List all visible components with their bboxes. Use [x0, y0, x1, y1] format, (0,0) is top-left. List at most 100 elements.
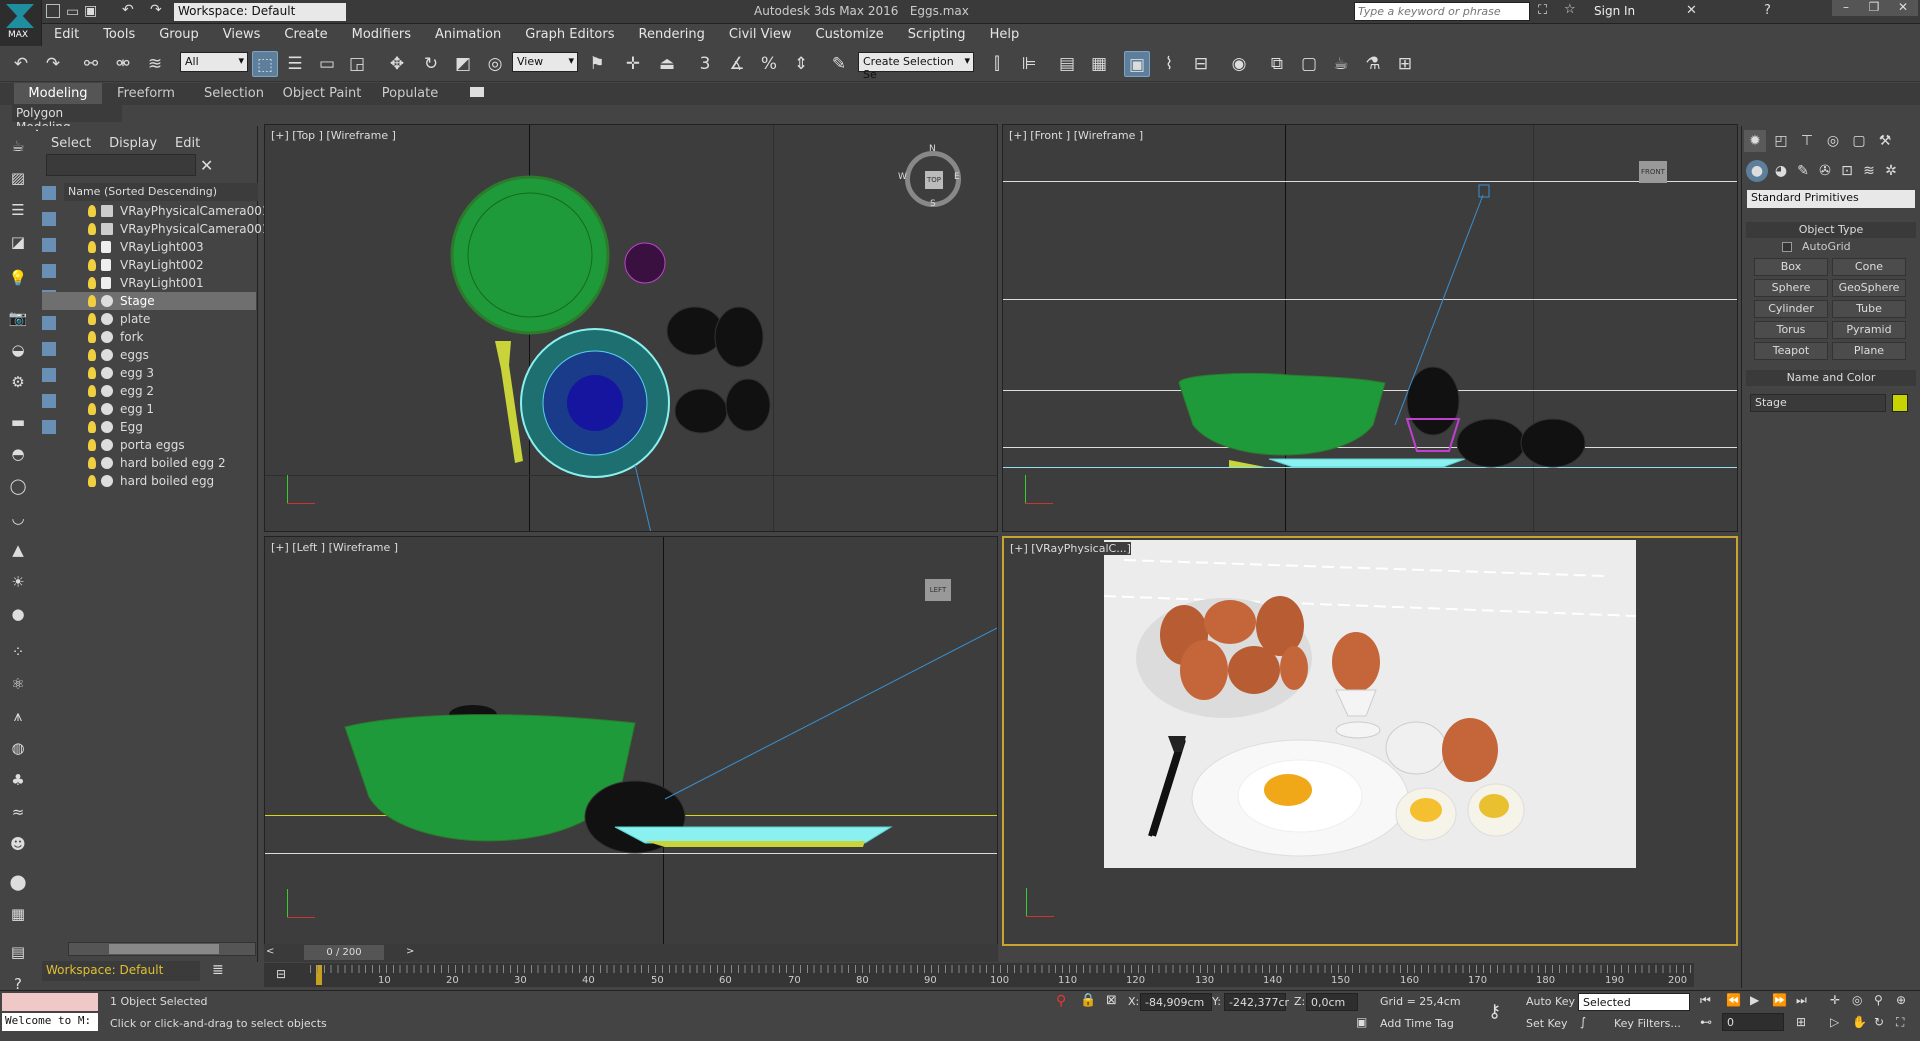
- modify-tab-icon[interactable]: ◰: [1770, 130, 1792, 152]
- bowl-icon[interactable]: ◡: [6, 506, 30, 530]
- lightbulb-icon[interactable]: [88, 223, 96, 235]
- scene-icon[interactable]: ▨: [6, 166, 30, 190]
- reference-coordinate-dropdown[interactable]: View: [512, 52, 578, 72]
- schematic-view-icon[interactable]: ⊟: [1188, 51, 1214, 77]
- polygon-modeling-panel[interactable]: Polygon Modeling: [12, 104, 122, 134]
- shapes-icon[interactable]: ◪: [6, 230, 30, 254]
- align-icon[interactable]: ⊫: [1016, 51, 1042, 77]
- shapes-icon[interactable]: ◕: [1770, 160, 1792, 182]
- unlink-icon[interactable]: ⚮: [110, 51, 136, 77]
- viewcube[interactable]: FRONT: [1639, 161, 1667, 183]
- render-shade-icon[interactable]: ⊞: [1392, 51, 1418, 77]
- rect-selection-icon[interactable]: ▭: [314, 51, 340, 77]
- lightbulb-icon[interactable]: [88, 475, 96, 487]
- lightbulb-icon[interactable]: [88, 349, 96, 361]
- menu-views[interactable]: Views: [211, 24, 273, 45]
- layer-explorer-icon[interactable]: ▤: [1054, 51, 1080, 77]
- named-selection-dropdown[interactable]: Create Selection Se: [858, 52, 974, 81]
- object-color-swatch[interactable]: [1892, 394, 1908, 412]
- spinner-snap-icon[interactable]: ⇕: [788, 51, 814, 77]
- scene-list-header[interactable]: Name (Sorted Descending): [64, 183, 258, 201]
- cone-icon[interactable]: ▲: [6, 538, 30, 562]
- sun-icon[interactable]: ☀: [6, 570, 30, 594]
- list-icon[interactable]: ☰: [6, 198, 30, 222]
- go-to-start-icon[interactable]: ⏮: [1700, 993, 1711, 1008]
- scene-item[interactable]: hard boiled egg 2: [42, 454, 256, 472]
- hierarchy-tab-icon[interactable]: ⊤: [1796, 130, 1818, 152]
- sphere-button[interactable]: Sphere: [1754, 279, 1828, 297]
- undo-icon[interactable]: ↶: [8, 51, 34, 77]
- cone-button[interactable]: Cone: [1832, 258, 1906, 276]
- teapot-button[interactable]: Teapot: [1754, 342, 1828, 360]
- current-frame-field[interactable]: 0: [1722, 1013, 1784, 1031]
- tab-selection[interactable]: Selection: [190, 83, 278, 104]
- scene-item[interactable]: VRayLight003: [42, 238, 256, 256]
- menu-scripting[interactable]: Scripting: [896, 24, 978, 45]
- motion-tab-icon[interactable]: ◎: [1822, 130, 1844, 152]
- play-icon[interactable]: ▶: [1750, 993, 1759, 1007]
- lightbulb-icon[interactable]: [88, 367, 96, 379]
- viewcube[interactable]: LEFT: [925, 579, 951, 601]
- object-type-rollout[interactable]: Object Type: [1746, 222, 1916, 238]
- undo-icon[interactable]: ↶: [122, 2, 134, 18]
- tripod-icon[interactable]: ⩚: [6, 704, 30, 728]
- lightbulb-icon[interactable]: [88, 439, 96, 451]
- helpers-icon[interactable]: ⊡: [1836, 160, 1858, 182]
- hair-icon[interactable]: ≈: [6, 800, 30, 824]
- dome-icon[interactable]: ◓: [6, 442, 30, 466]
- key-icon[interactable]: ⚷: [1488, 1001, 1501, 1022]
- menu-rendering[interactable]: Rendering: [627, 24, 717, 45]
- globe-icon[interactable]: ◍: [6, 736, 30, 760]
- menu-group[interactable]: Group: [147, 24, 211, 45]
- lightbulb-icon[interactable]: [88, 403, 96, 415]
- menu-animation[interactable]: Animation: [423, 24, 513, 45]
- scene-menu-display[interactable]: Display: [100, 132, 166, 155]
- workspace-selector[interactable]: Workspace: Default: [42, 961, 200, 981]
- render-setup-icon[interactable]: ⧉: [1264, 51, 1290, 77]
- render-production-icon[interactable]: ☕: [1328, 51, 1354, 77]
- select-by-name-icon[interactable]: ☰: [282, 51, 308, 77]
- scene-item[interactable]: porta eggs: [42, 436, 256, 454]
- trackbar-toggle-icon[interactable]: ⊟: [276, 967, 286, 981]
- bind-spacewarp-icon[interactable]: ≋: [142, 51, 168, 77]
- go-to-end-icon[interactable]: ⏭: [1796, 993, 1807, 1008]
- maxscript-listener[interactable]: [2, 993, 98, 1011]
- scene-item[interactable]: egg 3: [42, 364, 256, 382]
- x-coordinate-field[interactable]: -84,909cm: [1140, 993, 1212, 1011]
- object-name-field[interactable]: Stage: [1750, 394, 1886, 412]
- scene-menu-select[interactable]: Select: [42, 132, 100, 155]
- systems-icon[interactable]: ✲: [1880, 160, 1902, 182]
- utilities-tab-icon[interactable]: ⚒: [1874, 130, 1896, 152]
- ball-icon[interactable]: ⬤: [6, 870, 30, 894]
- lightbulb-icon[interactable]: [88, 313, 96, 325]
- menu-tools[interactable]: Tools: [91, 24, 147, 45]
- material-editor-icon[interactable]: ◉: [1226, 51, 1252, 77]
- mirror-icon[interactable]: ⫿: [984, 51, 1010, 77]
- cameras-icon[interactable]: ✇: [1814, 160, 1836, 182]
- viewport-top[interactable]: [+] [Top ] [Wireframe ] TOP N S W E: [264, 124, 998, 532]
- figure-icon[interactable]: ☻: [6, 832, 30, 856]
- edit-named-selection-icon[interactable]: ✎: [826, 51, 852, 77]
- spacewarp-icon[interactable]: ⚙: [6, 370, 30, 394]
- zoom-icon[interactable]: ⚲: [1874, 993, 1883, 1007]
- render-frame-icon[interactable]: ▢: [1296, 51, 1322, 77]
- minimize-button[interactable]: –: [1832, 0, 1860, 16]
- scale-icon[interactable]: ◩: [450, 51, 476, 77]
- pivot-icon[interactable]: ⚑: [584, 51, 610, 77]
- scene-item[interactable]: hard boiled egg: [42, 472, 256, 490]
- autogrid-checkbox[interactable]: [1782, 242, 1792, 252]
- toggle-ribbon-icon[interactable]: ▦: [1086, 51, 1112, 77]
- scene-item[interactable]: eggs: [42, 346, 256, 364]
- fov-icon[interactable]: ▷: [1830, 1015, 1839, 1029]
- rotate-icon[interactable]: ↻: [418, 51, 444, 77]
- walk-icon[interactable]: ✋: [1852, 1015, 1867, 1029]
- geosphere-button[interactable]: GeoSphere: [1832, 279, 1906, 297]
- open-icon[interactable]: ▭: [66, 4, 79, 20]
- star-icon[interactable]: ☆: [1564, 2, 1576, 17]
- primitive-type-dropdown[interactable]: Standard Primitives: [1747, 190, 1915, 208]
- viewcube-compass[interactable]: TOP N S W E: [898, 144, 961, 209]
- box-icon[interactable]: ▬: [6, 410, 30, 434]
- spacewarps-icon[interactable]: ≋: [1858, 160, 1880, 182]
- orbit-icon[interactable]: ◎: [1852, 993, 1862, 1007]
- next-frame-icon[interactable]: >: [406, 946, 414, 957]
